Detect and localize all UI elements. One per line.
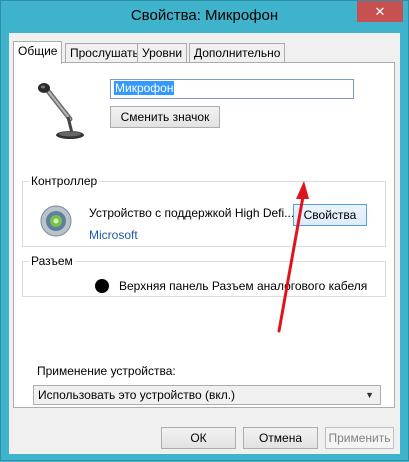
connector-group-label: Разъем <box>29 254 75 268</box>
cancel-button[interactable]: Отмена <box>243 427 318 449</box>
close-button[interactable]: ✕ <box>357 1 403 22</box>
device-usage-label: Применение устройства: <box>37 364 176 378</box>
controller-device-text: Устройство с поддержкой High Defi... <box>89 206 295 220</box>
controller-vendor: Microsoft <box>89 228 138 242</box>
device-name-value: Микрофон <box>114 81 175 95</box>
apply-button[interactable]: Применить <box>325 427 394 449</box>
controller-properties-button[interactable]: Свойства <box>293 204 367 226</box>
device-usage-value: Использовать это устройство (вкл.) <box>38 388 236 402</box>
tab-general[interactable]: Общие <box>13 41 63 64</box>
chevron-down-icon: ▼ <box>365 390 374 400</box>
device-name-input[interactable]: Микрофон <box>110 79 354 99</box>
tab-levels[interactable]: Уровни <box>137 43 188 63</box>
tab-listen[interactable]: Прослушать <box>65 43 144 63</box>
device-usage-select[interactable]: Использовать это устройство (вкл.) ▼ <box>33 385 381 405</box>
connector-group: Разъем Верхняя панель Разъем аналогового… <box>22 254 386 297</box>
microphone-icon <box>38 83 84 139</box>
connector-text: Верхняя панель Разъем аналогового кабеля <box>119 279 368 293</box>
jack-color-dot <box>95 279 109 293</box>
properties-window: Свойства: Микрофон ✕ Общие Прослушать Ур… <box>0 0 409 461</box>
general-tab-panel: Микрофон Сменить значок Контроллер Устро… <box>13 62 395 408</box>
controller-group-label: Контроллер <box>29 174 100 188</box>
dialog-body: Общие Прослушать Уровни Дополнительно Ми… <box>9 33 400 454</box>
title-bar[interactable]: Свойства: Микрофон ✕ <box>1 1 408 33</box>
tab-advanced[interactable]: Дополнительно <box>189 43 286 63</box>
ok-button[interactable]: ОК <box>161 427 236 449</box>
window-title: Свойства: Микрофон <box>130 7 279 24</box>
speaker-icon <box>40 205 72 237</box>
controller-group: Контроллер Устройство с поддержкой High … <box>22 174 386 247</box>
change-icon-button[interactable]: Сменить значок <box>110 106 220 128</box>
